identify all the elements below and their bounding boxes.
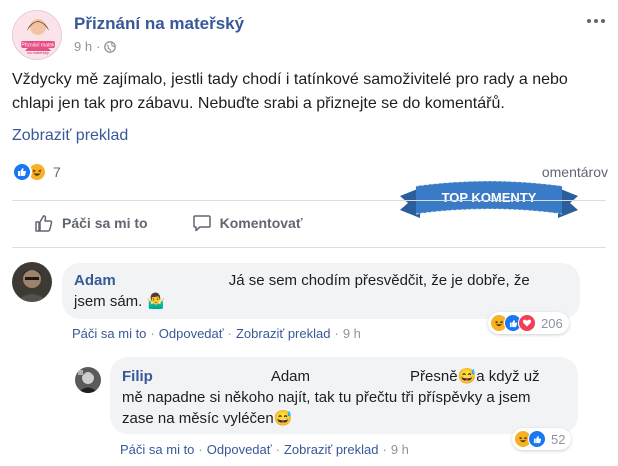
reply-meta: Páči sa mi to · Odpovedať · Zobraziť pre… [120,442,409,457]
comment-reaction-count: 206 [541,315,563,331]
globe-icon [104,40,117,53]
post-actions: Páči sa mi to Komentovať [12,205,606,241]
svg-text:na mateřský: na mateřský [27,50,49,55]
comment-reply-link[interactable]: Odpovedať [159,326,224,341]
thumbs-up-icon [35,215,53,232]
post-time[interactable]: 9 h [74,39,92,54]
reply-reactions[interactable]: 52 [512,428,572,450]
like-reaction-icon [12,162,32,182]
divider [12,247,606,248]
comment-meta: Páči sa mi to · Odpovedať · Zobraziť pre… [72,326,361,341]
page-avatar[interactable]: Přiznání matek na mateřský [12,10,62,60]
love-reaction-icon [518,314,536,332]
reply-time[interactable]: 9 h [391,442,409,457]
reply-reaction-count: 52 [551,431,566,447]
commenter-avatar[interactable] [12,262,52,302]
badge-text: TOP KOMENTY [442,190,537,205]
page-name[interactable]: Přiznání na mateřský [74,14,244,34]
post-meta: 9 h · [74,39,117,54]
more-dot-icon [587,19,591,23]
like-reaction-icon [528,430,546,448]
reply-reply-link[interactable]: Odpovedať [207,442,272,457]
see-translation-link[interactable]: Zobraziť preklad [12,127,128,145]
comment-text-cont: jsem sám. 🤷‍♂️ [74,293,166,310]
reply-text-cont: mě napadne si někoho najít, tak tu přečt… [122,389,531,406]
reply-bubble: Filip Adam Přesně😅a když už mě napadne s… [110,357,578,434]
like-button-label: Páči sa mi to [62,215,148,231]
reply-mention[interactable]: Adam [271,366,310,387]
reply-like-link[interactable]: Páči sa mi to [120,442,194,457]
comment-author[interactable]: Adam [74,270,116,291]
comment-time[interactable]: 9 h [343,326,361,341]
comment-translate-link[interactable]: Zobraziť preklad [236,326,330,341]
comment-bubble: Adam Já se sem chodím přesvědčit, že je … [62,263,580,319]
like-button[interactable]: Páči sa mi to [12,205,170,241]
comment-text: Já se sem chodím přesvědčit, že je dobře… [228,272,530,289]
more-options-button[interactable] [586,14,606,28]
reply-author[interactable]: Filip [122,366,153,387]
dot-separator: · [96,39,101,54]
comment-bubble-icon [192,215,211,232]
reply-text: Přesně😅a když už [410,368,540,385]
post-header: Přiznání matek na mateřský Přiznání na m… [12,8,606,60]
reply-text-cont: zase na měsíc vyléčen😅 [122,410,293,427]
reply-avatar[interactable] [75,367,101,393]
comment-like-link[interactable]: Páči sa mi to [72,326,146,341]
reply-translate-link[interactable]: Zobraziť preklad [284,442,378,457]
comment-button[interactable]: Komentovať [170,205,325,241]
svg-text:Přiznání matek: Přiznání matek [21,43,55,49]
reaction-count: 7 [53,164,61,180]
post-reactions[interactable]: 7 [12,161,61,183]
comment-reactions[interactable]: 206 [488,312,569,334]
comment-button-label: Komentovať [219,215,303,231]
divider [12,200,606,201]
post-text: Vždycky mě zajímalo, jestli tady chodí i… [12,71,568,112]
